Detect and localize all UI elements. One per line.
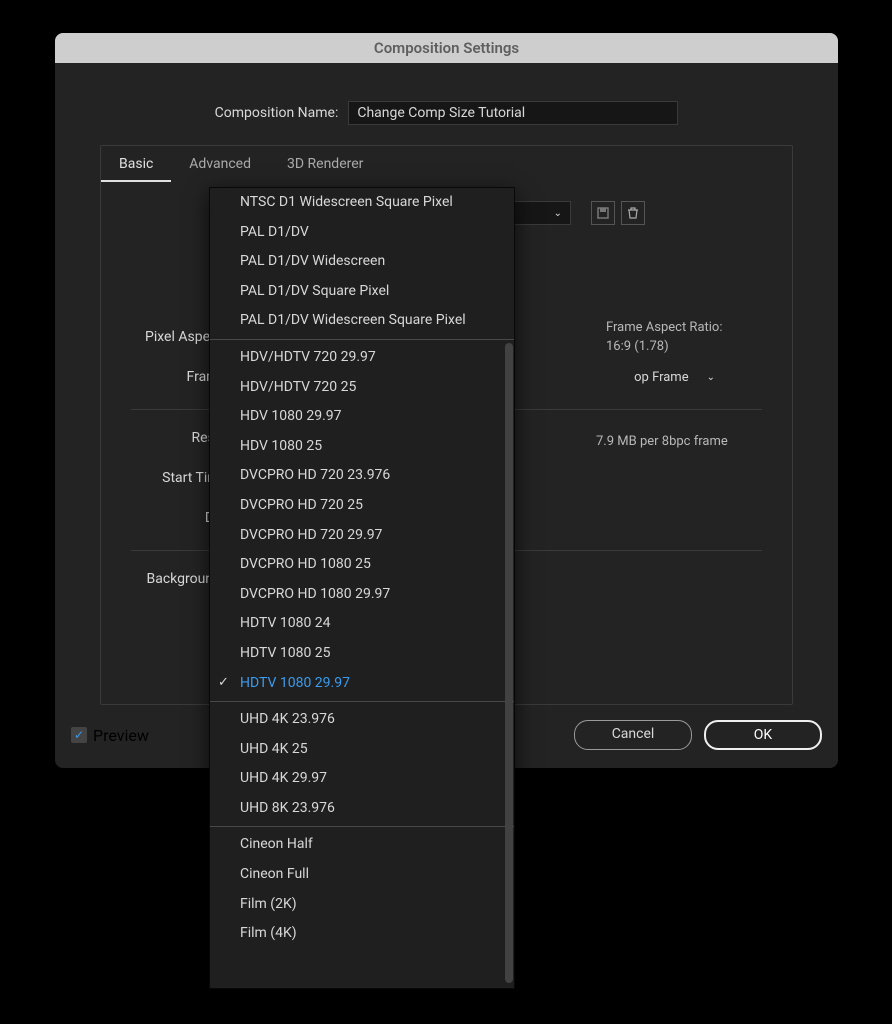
dropdown-item[interactable]: Cineon Full: [210, 860, 514, 890]
dropdown-item[interactable]: PAL D1/DV: [210, 218, 514, 248]
tab-advanced[interactable]: Advanced: [171, 146, 269, 182]
preview-label: Preview: [93, 726, 149, 745]
dropdown-item[interactable]: UHD 8K 23.976: [210, 794, 514, 824]
drop-frame-value: op Frame: [634, 370, 688, 385]
dropdown-item-label: HDTV 1080 29.97: [240, 675, 350, 691]
dropdown-item-label: PAL D1/DV Widescreen: [240, 253, 385, 269]
dropdown-item[interactable]: HDV/HDTV 720 29.97: [210, 343, 514, 373]
dropdown-item[interactable]: DVCPRO HD 720 25: [210, 491, 514, 521]
dropdown-item-label: HDV 1080 25: [240, 438, 322, 454]
drop-frame-select[interactable]: op Frame ⌄: [601, 365, 721, 389]
tabs: Basic Advanced 3D Renderer: [101, 146, 792, 183]
tab-basic[interactable]: Basic: [101, 146, 171, 182]
tab-renderer[interactable]: 3D Renderer: [269, 146, 381, 182]
dropdown-item-label: UHD 4K 29.97: [240, 770, 327, 786]
check-icon: ✓: [218, 674, 229, 692]
titlebar: Composition Settings: [55, 33, 838, 63]
dropdown-item-label: Cineon Half: [240, 836, 313, 852]
cancel-button[interactable]: Cancel: [574, 720, 692, 750]
chevron-down-icon: ⌄: [707, 372, 715, 383]
comp-name-row: Composition Name:: [100, 101, 793, 125]
dropdown-item-label: Film (2K): [240, 896, 297, 912]
dropdown-item-label: PAL D1/DV Square Pixel: [240, 283, 389, 299]
dropdown-item-label: UHD 4K 23.976: [240, 711, 335, 727]
dropdown-item[interactable]: UHD 4K 29.97: [210, 764, 514, 794]
dropdown-item-label: PAL D1/DV: [240, 224, 309, 240]
dropdown-separator: [210, 826, 514, 827]
dropdown-separator: [210, 339, 514, 340]
preset-icon-buttons: [591, 201, 645, 225]
dropdown-item-label: UHD 8K 23.976: [240, 800, 335, 816]
dropdown-scrollbar[interactable]: [505, 343, 513, 983]
button-row: Cancel OK: [574, 720, 822, 750]
dropdown-item[interactable]: HDTV 1080 24: [210, 609, 514, 639]
res-info: 7.9 MB per 8bpc frame: [596, 432, 728, 452]
preview-check[interactable]: ✓ Preview: [71, 726, 149, 745]
dropdown-item-label: DVCPRO HD 1080 29.97: [240, 586, 390, 602]
dropdown-item-label: DVCPRO HD 1080 25: [240, 556, 371, 572]
preset-dropdown[interactable]: NTSC D1 Widescreen Square Pixel PAL D1/DV…: [209, 187, 515, 989]
dropdown-item-label: DVCPRO HD 720 23.976: [240, 467, 390, 483]
dropdown-item-label: HDV 1080 29.97: [240, 408, 342, 424]
dropdown-item[interactable]: PAL D1/DV Widescreen Square Pixel: [210, 306, 514, 336]
dropdown-item[interactable]: HDV/HDTV 720 25: [210, 373, 514, 403]
dropdown-item[interactable]: Cineon Half: [210, 830, 514, 860]
dropdown-item-label: DVCPRO HD 720 25: [240, 497, 363, 513]
dropdown-item[interactable]: UHD 4K 25: [210, 735, 514, 765]
dropdown-item[interactable]: Film (2K): [210, 890, 514, 920]
dropdown-item[interactable]: ✓ HDTV 1080 29.97: [210, 669, 514, 699]
dropdown-item[interactable]: UHD 4K 23.976: [210, 705, 514, 735]
dropdown-item[interactable]: PAL D1/DV Square Pixel: [210, 277, 514, 307]
dropdown-item-label: DVCPRO HD 720 29.97: [240, 527, 382, 543]
dropdown-item-label: Cineon Full: [240, 866, 309, 882]
aspect-label: Frame Aspect Ratio:: [606, 318, 723, 338]
dropdown-item[interactable]: DVCPRO HD 1080 25: [210, 550, 514, 580]
dropdown-item-label: HDV/HDTV 720 29.97: [240, 349, 376, 365]
comp-name-input[interactable]: [348, 101, 678, 125]
dropdown-item-label: HDTV 1080 24: [240, 615, 331, 631]
dropdown-item[interactable]: HDV 1080 29.97: [210, 402, 514, 432]
dropdown-item-label: NTSC D1 Widescreen Square Pixel: [240, 194, 453, 210]
dialog-title: Composition Settings: [374, 39, 519, 57]
dropdown-item-label: HDV/HDTV 720 25: [240, 379, 356, 395]
chevron-down-icon: ⌄: [554, 208, 562, 219]
dropdown-item[interactable]: NTSC D1 Widescreen Square Pixel: [210, 188, 514, 218]
dropdown-item[interactable]: Film (4K): [210, 919, 514, 949]
dropdown-item[interactable]: DVCPRO HD 1080 29.97: [210, 580, 514, 610]
dropdown-item-label: UHD 4K 25: [240, 741, 308, 757]
ok-button[interactable]: OK: [704, 720, 822, 750]
comp-name-label: Composition Name:: [215, 105, 339, 121]
trash-icon[interactable]: [621, 201, 645, 225]
dropdown-item[interactable]: HDTV 1080 25: [210, 639, 514, 669]
dropdown-separator: [210, 701, 514, 702]
dropdown-item[interactable]: DVCPRO HD 720 29.97: [210, 521, 514, 551]
dropdown-item-label: PAL D1/DV Widescreen Square Pixel: [240, 312, 466, 328]
preview-checkbox[interactable]: ✓: [71, 727, 87, 743]
dropdown-item[interactable]: PAL D1/DV Widescreen: [210, 247, 514, 277]
save-preset-icon[interactable]: [591, 201, 615, 225]
dropdown-item[interactable]: HDV 1080 25: [210, 432, 514, 462]
frame-aspect-info: Frame Aspect Ratio: 16:9 (1.78): [606, 318, 723, 357]
dropdown-item-label: HDTV 1080 25: [240, 645, 331, 661]
aspect-value: 16:9 (1.78): [606, 337, 723, 357]
dropdown-item-label: Film (4K): [240, 925, 297, 941]
dropdown-item[interactable]: DVCPRO HD 720 23.976: [210, 461, 514, 491]
